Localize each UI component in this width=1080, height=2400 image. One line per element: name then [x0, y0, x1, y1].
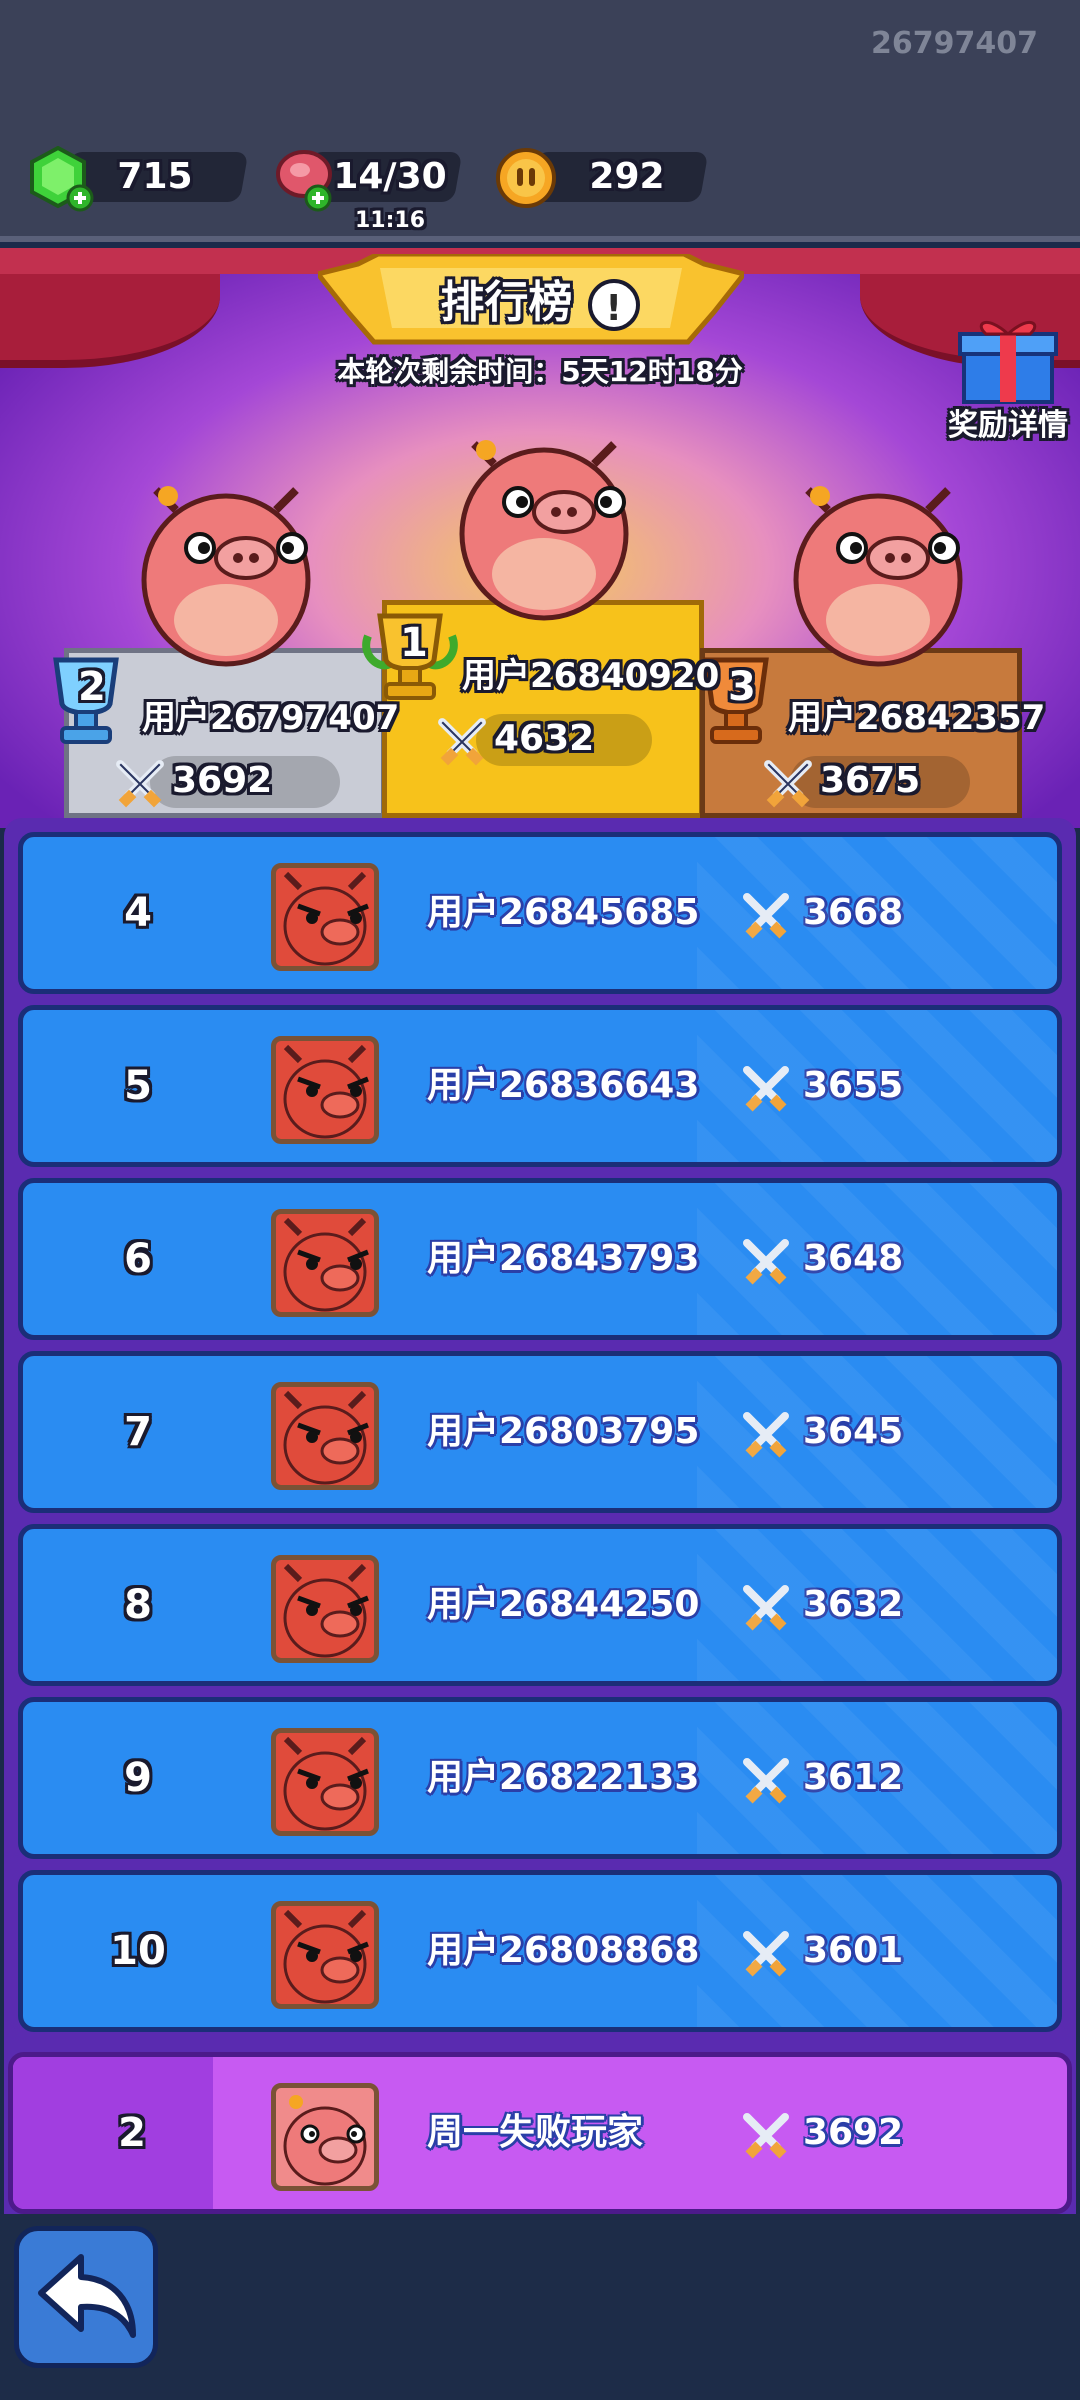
coin-icon[interactable] — [494, 146, 558, 210]
energy-timer: 11:16 — [354, 208, 426, 233]
podium-score-third: 3675 — [820, 760, 921, 801]
row-score: 3648 — [803, 1238, 904, 1279]
row-score: 3645 — [803, 1411, 904, 1452]
pig-avatar-icon — [283, 871, 369, 966]
gems-value: 715 — [117, 156, 193, 197]
pig-avatar-icon — [283, 1044, 369, 1139]
row-avatar — [271, 1209, 379, 1317]
coins-value: 292 — [589, 156, 665, 197]
row-score: 3668 — [803, 892, 904, 933]
sword-icon — [743, 1239, 789, 1285]
pig-avatar-icon — [283, 2095, 367, 2186]
ranking-row[interactable]: 8 用户26844250 3632 — [18, 1524, 1062, 1686]
user-id-label: 26797407 — [871, 26, 1038, 61]
row-avatar — [271, 1728, 379, 1836]
pig-avatar-icon — [283, 1736, 369, 1831]
row-rank: 8 — [124, 1582, 152, 1628]
sword-icon — [743, 1758, 789, 1804]
row-rank: 5 — [124, 1063, 152, 1109]
row-player-name: 用户26836643 — [427, 1065, 700, 1106]
row-rank: 10 — [110, 1928, 166, 1974]
podium-rank-third: 3 — [728, 664, 756, 710]
self-name: 周一失败玩家 — [427, 2112, 644, 2153]
pig-avatar-icon — [283, 1217, 369, 1312]
round-countdown: 本轮次剩余时间：5天12时18分 — [337, 355, 743, 388]
pig-avatar-icon — [283, 1390, 369, 1485]
pig-character-first — [459, 440, 629, 621]
energy-value: 14/30 — [333, 156, 447, 197]
ranking-row[interactable]: 5 用户26836643 3655 — [18, 1005, 1062, 1167]
row-score: 3601 — [803, 1930, 904, 1971]
page-title: 排行榜 ! — [0, 266, 1080, 331]
row-player-name: 用户26844250 — [427, 1584, 700, 1625]
gem-icon[interactable] — [28, 146, 96, 214]
pig-avatar-icon — [283, 1563, 369, 1658]
ranking-row[interactable]: 4 用户26845685 3668 — [18, 832, 1062, 994]
row-avatar — [271, 1901, 379, 2009]
ranking-row[interactable]: 9 用户26822133 3612 — [18, 1697, 1062, 1859]
sword-icon — [764, 760, 812, 808]
pig-character-third — [793, 486, 963, 667]
back-arrow-icon — [38, 2254, 136, 2338]
row-score: 3632 — [803, 1584, 904, 1625]
self-score: 3692 — [803, 2112, 904, 2153]
row-avatar — [271, 1382, 379, 1490]
sword-icon — [743, 1066, 789, 1112]
row-rank: 9 — [124, 1755, 152, 1801]
row-rank: 4 — [124, 890, 152, 936]
sword-icon — [438, 718, 486, 766]
pig-character-second — [141, 486, 311, 667]
reward-details-button[interactable]: 奖励详情 — [948, 400, 1068, 444]
row-rank: 7 — [124, 1409, 152, 1455]
gift-icon[interactable] — [956, 314, 1060, 406]
row-player-name: 用户26843793 — [427, 1238, 700, 1279]
ranking-row[interactable]: 6 用户26843793 3648 — [18, 1178, 1062, 1340]
info-icon[interactable]: ! — [587, 279, 640, 331]
row-player-name: 用户26808868 — [427, 1930, 700, 1971]
sword-icon — [116, 760, 164, 808]
self-avatar — [271, 2083, 379, 2191]
row-avatar — [271, 1555, 379, 1663]
row-player-name: 用户26803795 — [427, 1411, 700, 1452]
row-player-name: 用户26822133 — [427, 1757, 700, 1798]
row-rank: 6 — [124, 1236, 152, 1282]
podium-name-second: 用户26797407 — [142, 698, 400, 738]
row-score: 3612 — [803, 1757, 904, 1798]
title-label: 排行榜 — [440, 277, 573, 328]
row-avatar — [271, 863, 379, 971]
podium-name-first: 用户26840920 — [462, 656, 720, 696]
ranking-row[interactable]: 10 用户26808868 3601 — [18, 1870, 1062, 2032]
back-button[interactable] — [14, 2226, 158, 2368]
pig-avatar-icon — [283, 1909, 369, 2004]
sword-icon — [743, 1931, 789, 1977]
sword-icon — [743, 2113, 789, 2159]
row-player-name: 用户26845685 — [427, 892, 700, 933]
row-avatar — [271, 1036, 379, 1144]
podium-score-first: 4632 — [494, 718, 595, 759]
sword-icon — [743, 893, 789, 939]
podium-name-third: 用户26842357 — [788, 698, 1046, 738]
bottom-bar — [0, 2214, 1080, 2400]
self-ranking-row[interactable]: 2 周一失败玩家 3692 — [8, 2052, 1072, 2214]
sword-icon — [743, 1585, 789, 1631]
podium-rank-first: 1 — [400, 620, 428, 666]
row-score: 3655 — [803, 1065, 904, 1106]
ranking-row[interactable]: 7 用户26803795 3645 — [18, 1351, 1062, 1513]
self-rank: 2 — [118, 2110, 146, 2156]
podium-score-second: 3692 — [172, 760, 273, 801]
podium-rank-second: 2 — [78, 664, 106, 710]
sword-icon — [743, 1412, 789, 1458]
